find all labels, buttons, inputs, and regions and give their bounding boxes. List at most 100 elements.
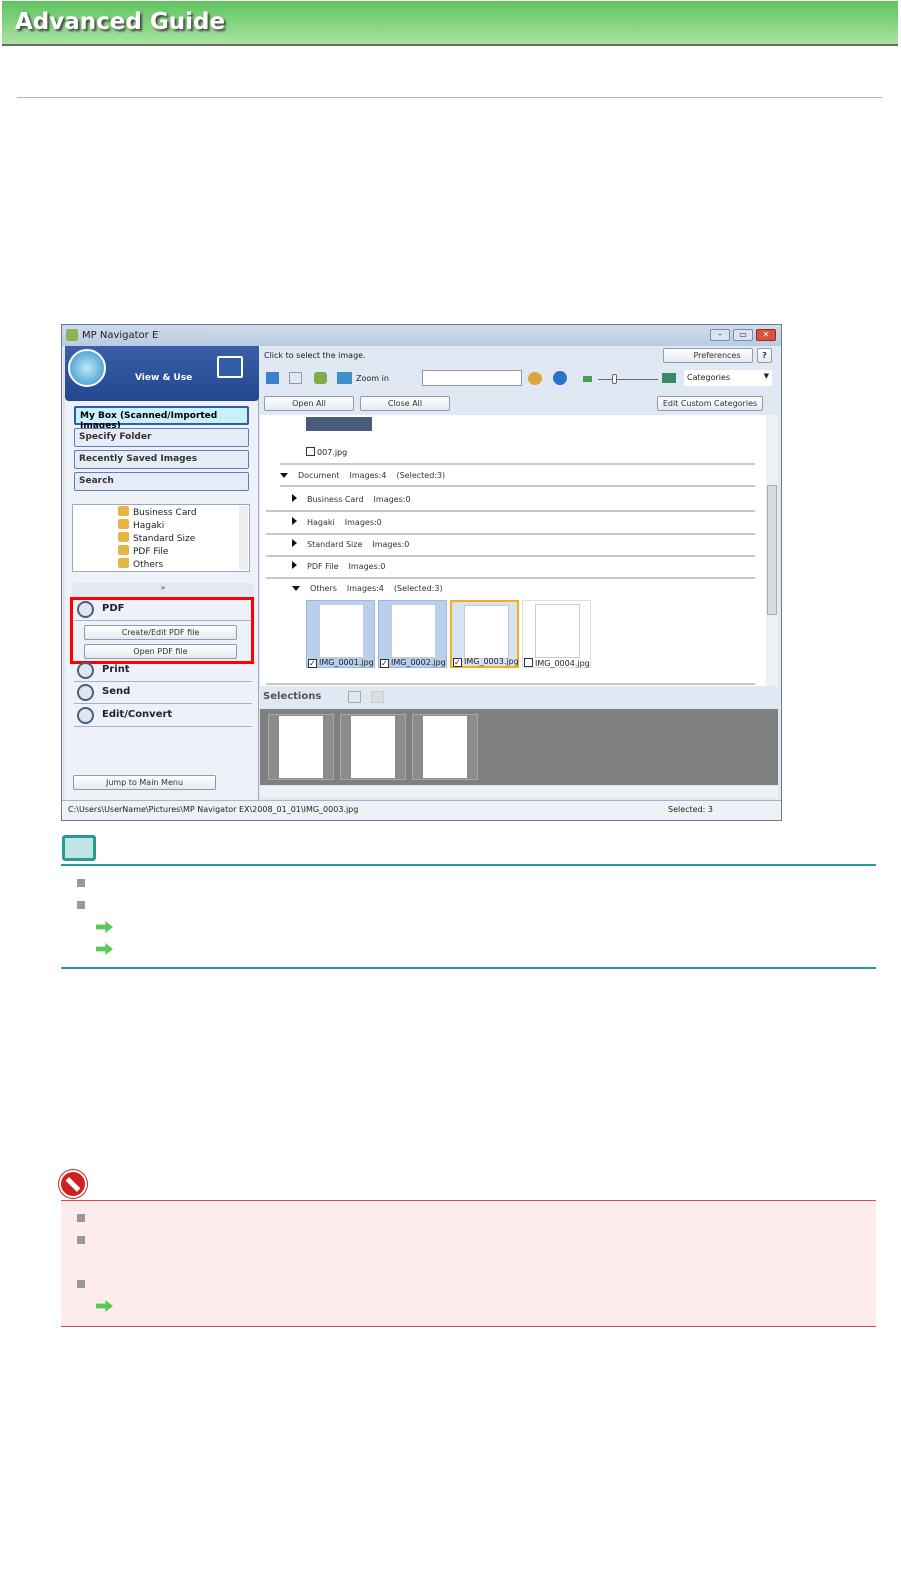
checkbox[interactable]	[306, 447, 315, 456]
zoom-in-icon[interactable]	[337, 372, 352, 384]
close-button[interactable]: ✕	[756, 329, 776, 341]
folder-search-icon	[118, 545, 129, 555]
select-all-icon[interactable]	[266, 372, 279, 384]
divider	[17, 97, 883, 98]
folder-search-icon	[118, 519, 129, 529]
nav-search[interactable]: Search	[74, 472, 249, 491]
checkbox-checked[interactable]: ✓	[453, 658, 462, 667]
nav-specify-folder[interactable]: Specify Folder	[74, 428, 249, 447]
app-window: MP Navigator EX – ▭ ✕ View & Use My Box …	[61, 324, 782, 821]
selection-thumbnail[interactable]	[412, 714, 478, 780]
bullet-icon	[77, 1280, 85, 1288]
category-standard-size[interactable]: Standard Size Images:0	[266, 535, 755, 557]
note-divider	[61, 967, 876, 969]
deselect-all-icon[interactable]	[289, 372, 302, 384]
bullet-icon	[77, 879, 85, 887]
minimize-button[interactable]: –	[710, 329, 730, 341]
edit-custom-categories-button[interactable]: Edit Custom Categories	[657, 396, 763, 411]
open-all-button[interactable]: Open All	[264, 396, 354, 411]
small-thumb-icon	[583, 376, 592, 382]
note-divider	[61, 864, 876, 866]
collapse-arrow-icon	[292, 517, 297, 525]
scanner-icon[interactable]	[68, 349, 106, 387]
app-icon	[66, 329, 78, 341]
jump-main-menu-button[interactable]: Jump to Main Menu	[73, 775, 216, 790]
preferences-button[interactable]: Preferences	[663, 348, 753, 363]
nav-my-box[interactable]: My Box (Scanned/Imported Images)	[74, 406, 249, 431]
collapse-chevron-icon[interactable]: »	[72, 583, 254, 596]
slider-handle[interactable]	[612, 374, 617, 384]
thumbnail-size-slider[interactable]	[598, 379, 658, 380]
thumbnail-image[interactable]	[306, 417, 372, 431]
tree-item[interactable]: Others	[118, 558, 163, 571]
right-pane: Click to select the image. Preferences ?…	[260, 346, 780, 800]
checkbox-checked[interactable]: ✓	[308, 659, 317, 668]
category-document[interactable]: Document Images:4 (Selected:3)	[280, 463, 755, 487]
thumbnail-img-0002[interactable]: ✓ IMG_0002.jpg	[378, 600, 447, 668]
thumbnail-img-0001[interactable]: ✓ IMG_0001.jpg	[306, 600, 375, 668]
important-divider	[61, 1200, 876, 1201]
view-select[interactable]: Categories ▼	[684, 370, 772, 386]
tree-item[interactable]: Standard Size	[118, 532, 195, 545]
correct-image-icon[interactable]	[314, 372, 327, 384]
vertical-scrollbar[interactable]	[766, 415, 778, 686]
monitor-icon	[217, 356, 243, 378]
page-preview	[535, 604, 580, 658]
window-title: MP Navigator EX	[82, 330, 166, 341]
tree-scrollbar[interactable]	[239, 506, 248, 570]
arrow-link-icon[interactable]	[96, 943, 113, 955]
send-icon	[77, 684, 94, 701]
collapse-arrow-icon	[292, 561, 297, 569]
checkbox-checked[interactable]: ✓	[380, 659, 389, 668]
mode-label: View & Use	[135, 373, 193, 383]
page-preview	[319, 604, 364, 658]
page-preview	[464, 605, 509, 659]
help-button[interactable]: ?	[757, 348, 772, 363]
thumbnail-caption[interactable]: 007.jpg	[306, 447, 347, 457]
refresh-icon[interactable]	[553, 371, 567, 385]
category-business-card[interactable]: Business Card Images:0	[266, 490, 755, 512]
bullet-icon	[77, 1214, 85, 1222]
remove-icon[interactable]	[371, 691, 384, 703]
selection-thumbnail[interactable]	[340, 714, 406, 780]
page-preview	[391, 604, 436, 658]
version-text	[158, 331, 208, 339]
category-hagaki[interactable]: Hagaki Images:0	[266, 513, 755, 535]
close-all-button[interactable]: Close All	[360, 396, 450, 411]
expand-arrow-icon	[292, 586, 300, 591]
category-others[interactable]: Others Images:4 (Selected:3)	[266, 580, 755, 598]
folder-search-icon	[118, 506, 129, 516]
important-box	[61, 1201, 876, 1326]
divider	[266, 683, 755, 685]
selections-label: Selections	[263, 691, 322, 702]
zoom-in-label[interactable]: Zoom in	[356, 374, 389, 383]
nav-recently-saved[interactable]: Recently Saved Images	[74, 450, 249, 469]
bullet-icon	[77, 901, 85, 909]
collapse-arrow-icon	[292, 539, 297, 547]
thumbnail-img-0003[interactable]: ✓ IMG_0003.jpg	[450, 600, 519, 668]
large-thumb-icon	[662, 373, 676, 383]
action-edit-convert[interactable]: Edit/Convert	[74, 705, 252, 727]
horizontal-scrollbar[interactable]	[260, 786, 778, 798]
search-input[interactable]	[422, 370, 522, 386]
folder-search-icon	[118, 532, 129, 542]
selected-count: Selected: 3	[668, 805, 714, 814]
tree-item[interactable]: Business Card	[118, 506, 197, 519]
selection-thumbnail[interactable]	[268, 714, 334, 780]
instruction-text: Click to select the image.	[264, 351, 366, 360]
maximize-button[interactable]: ▭	[733, 329, 753, 341]
category-pdf-file[interactable]: PDF File Images:0	[266, 557, 755, 579]
tree-item[interactable]: PDF File	[118, 545, 168, 558]
selections-area	[260, 709, 778, 785]
action-print[interactable]: Print	[74, 660, 252, 682]
arrange-icon[interactable]	[348, 691, 361, 703]
thumbnail-img-0004[interactable]: IMG_0004.jpg	[522, 600, 591, 668]
tree-item[interactable]: Hagaki	[118, 519, 164, 532]
arrow-link-icon[interactable]	[96, 921, 113, 933]
mode-header: View & Use	[65, 346, 259, 401]
highlight-box	[70, 597, 254, 664]
action-send[interactable]: Send	[74, 682, 252, 704]
banner-title: Advanced Guide	[15, 9, 226, 35]
checkbox[interactable]	[524, 658, 533, 667]
search-icon[interactable]	[528, 372, 542, 385]
